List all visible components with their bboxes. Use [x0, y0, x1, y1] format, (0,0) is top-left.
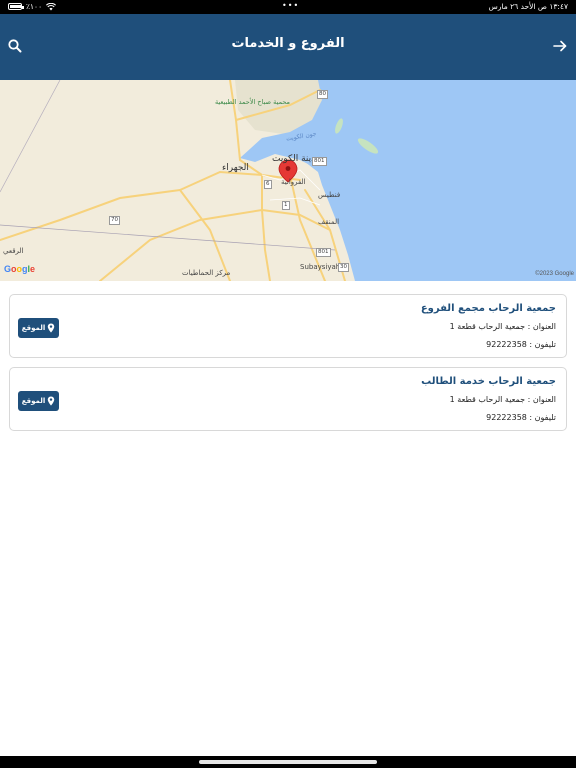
map-label-mangaf: المنقف: [318, 218, 340, 226]
route-shield: 30: [338, 263, 349, 272]
map-label-fintas: فنطيس: [318, 191, 341, 199]
route-shield: 801: [316, 248, 331, 257]
branch-phone[interactable]: تليفون : 92222358: [486, 340, 556, 349]
wifi-icon: [46, 2, 57, 10]
home-indicator[interactable]: [199, 760, 377, 764]
route-shield: 80: [317, 90, 328, 99]
location-pin-icon: [48, 396, 55, 406]
location-button[interactable]: الموقع: [18, 318, 59, 338]
google-logo: Google: [4, 264, 36, 274]
map-label-subaysiyah: Subaysiyah: [300, 263, 341, 271]
location-button-label: الموقع: [21, 397, 46, 405]
route-shield: 1: [282, 201, 290, 210]
map-label-jahra: الجهراء: [222, 163, 249, 173]
status-bar-indicators: ٪١٠٠: [8, 2, 57, 11]
location-button-label: الموقع: [21, 324, 46, 332]
map-copyright: ©2023 Google: [535, 271, 574, 277]
branch-address: العنوان : جمعية الرحاب قطعة 1: [449, 322, 556, 331]
location-pin-icon: [48, 323, 55, 333]
multitask-dots[interactable]: •••: [282, 1, 299, 10]
status-bar: ٪١٠٠ ••• ١٣:٤٧ ص الأحد ٢٦ مارس: [0, 0, 576, 14]
route-shield: 6: [264, 180, 272, 189]
branches-map[interactable]: محمية صباح الأحمد الطبيعية مدينة الكويت …: [0, 80, 576, 281]
home-indicator-bar: [0, 756, 576, 768]
page-title: الفروع و الخدمات: [231, 36, 345, 51]
branch-name: جمعية الرحاب مجمع الفروع: [420, 303, 556, 314]
map-label-farwaniya: الفروانية: [281, 178, 306, 186]
map-label-reserve: محمية صباح الأحمد الطبيعية: [214, 98, 290, 106]
branch-card: جمعية الرحاب خدمة الطالب العنوان : جمعية…: [9, 367, 567, 431]
battery-icon: [8, 3, 24, 10]
map-label-riqqa: الرقعي: [3, 247, 24, 255]
route-shield: 801: [312, 157, 327, 166]
map-label-gas-center: مركز الحماطيات: [182, 269, 231, 277]
branch-phone[interactable]: تليفون : 92222358: [486, 413, 556, 422]
branch-address: العنوان : جمعية الرحاب قطعة 1: [449, 395, 556, 404]
app-header: الفروع و الخدمات: [0, 14, 576, 80]
location-button[interactable]: الموقع: [18, 391, 59, 411]
app-root: ٪١٠٠ ••• ١٣:٤٧ ص الأحد ٢٦ مارس الفروع و …: [0, 0, 576, 768]
route-shield: 70: [109, 216, 120, 225]
status-datetime: ١٣:٤٧ ص الأحد ٢٦ مارس: [488, 2, 568, 11]
battery-percent: ٪١٠٠: [26, 2, 43, 11]
arrow-right-icon[interactable]: [552, 38, 568, 54]
branch-name: جمعية الرحاب خدمة الطالب: [421, 376, 556, 387]
branch-card: جمعية الرحاب مجمع الفروع العنوان : جمعية…: [9, 294, 567, 358]
